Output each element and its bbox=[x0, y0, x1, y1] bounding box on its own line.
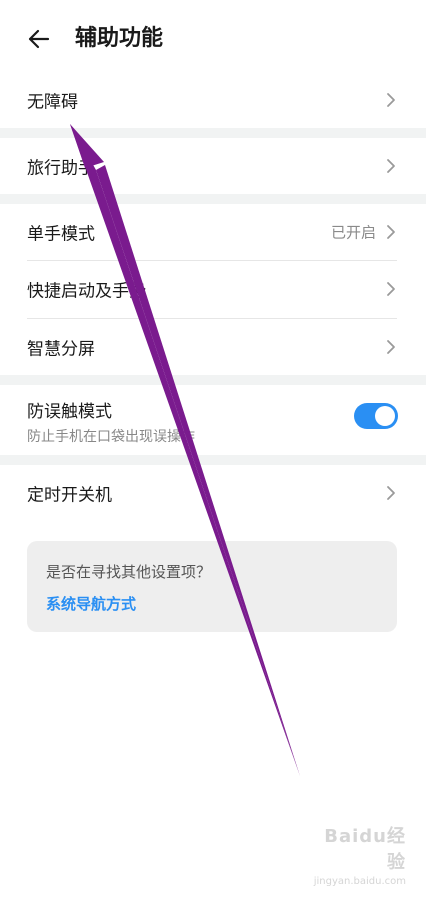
chevron-right-icon bbox=[387, 93, 395, 107]
settings-item-label: 定时开关机 bbox=[27, 485, 112, 506]
chevron-right-icon bbox=[387, 486, 395, 500]
settings-item-sublabel: 防止手机在口袋出现误操作 bbox=[27, 429, 195, 445]
settings-item-label: 旅行助手 bbox=[27, 158, 95, 179]
accessibility-settings-page: 辅助功能 无障碍 旅行助手 单手模式 已开启 快捷启动及手势 智慧分屏 防误触模… bbox=[0, 0, 426, 907]
status-value: 已开启 bbox=[330, 223, 376, 242]
settings-item-label: 无障碍 bbox=[27, 92, 78, 113]
page-title: 辅助功能 bbox=[75, 26, 164, 51]
settings-item-label: 快捷启动及手势 bbox=[27, 281, 146, 302]
toggle-knob bbox=[375, 406, 395, 426]
section-gap bbox=[0, 455, 426, 465]
section-gap bbox=[0, 375, 426, 385]
settings-item-shortcuts-gestures[interactable]: 快捷启动及手势 bbox=[0, 261, 426, 317]
system-navigation-link[interactable]: 系统导航方式 bbox=[46, 593, 136, 614]
chevron-right-icon bbox=[387, 225, 395, 239]
accidental-touch-toggle[interactable] bbox=[354, 403, 398, 429]
section-gap bbox=[0, 128, 426, 138]
back-button[interactable] bbox=[22, 22, 56, 56]
section-gap bbox=[0, 194, 426, 204]
settings-item-label: 单手模式 bbox=[27, 224, 95, 245]
settings-item-label: 防误触模式 bbox=[27, 402, 112, 422]
watermark-brand: Baidu经验 bbox=[324, 826, 406, 873]
settings-item-label: 智慧分屏 bbox=[27, 339, 95, 360]
settings-item-accessibility[interactable]: 无障碍 bbox=[0, 72, 426, 128]
chevron-right-icon bbox=[387, 282, 395, 296]
settings-item-smart-split-screen[interactable]: 智慧分屏 bbox=[0, 319, 426, 375]
watermark: Baidu经验 jingyan.baidu.com bbox=[306, 822, 406, 887]
chevron-right-icon bbox=[387, 340, 395, 354]
chevron-right-icon bbox=[387, 159, 395, 173]
suggestion-card: 是否在寻找其他设置项？ 系统导航方式 bbox=[27, 541, 397, 632]
back-arrow-icon bbox=[28, 29, 50, 49]
settings-item-one-hand-mode[interactable]: 单手模式 已开启 bbox=[0, 204, 426, 260]
settings-item-travel-assistant[interactable]: 旅行助手 bbox=[0, 138, 426, 194]
settings-item-scheduled-power[interactable]: 定时开关机 bbox=[0, 465, 426, 521]
suggestion-question: 是否在寻找其他设置项？ bbox=[46, 563, 212, 581]
watermark-site: jingyan.baidu.com bbox=[313, 876, 406, 887]
top-bar: 辅助功能 bbox=[0, 0, 426, 76]
